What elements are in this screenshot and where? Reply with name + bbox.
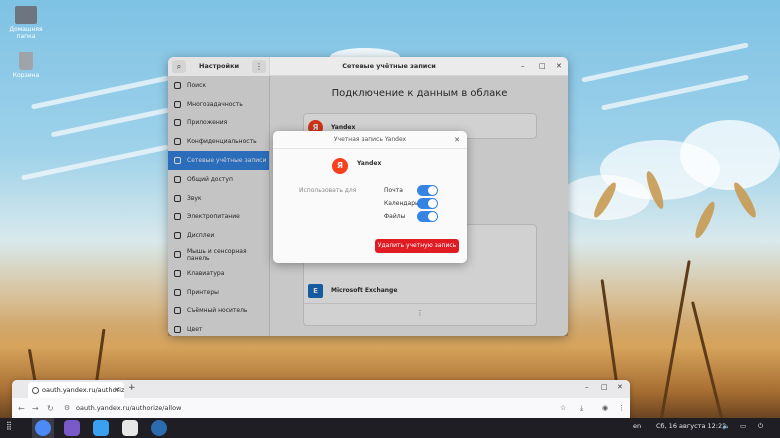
trash-icon (19, 52, 33, 70)
clock[interactable]: Сб, 16 августа 12:22 (656, 422, 726, 430)
service-files-switch[interactable] (417, 211, 438, 222)
close-button[interactable]: ✕ (556, 62, 562, 70)
battery-icon[interactable]: ▭ (740, 422, 746, 430)
service-files-label: Файлы (384, 213, 406, 220)
power-icon[interactable]: ⏻ (758, 422, 763, 431)
dialog-close-icon[interactable]: ✕ (454, 136, 460, 144)
service-mail-label: Почта (384, 187, 403, 194)
search-button[interactable]: ⌕ (172, 60, 186, 73)
menu-button[interactable]: ⋮ (252, 60, 266, 73)
desktop-icon-label: Корзина (12, 72, 40, 79)
sidebar-title: Настройки (198, 62, 240, 70)
volume-icon[interactable]: 🔈 (722, 422, 730, 430)
desktop-icon-home[interactable]: Домашняя папка (8, 6, 44, 40)
taskbar: ⣿ en Сб, 16 августа 12:22 🔈 ▭ ⏻ (0, 418, 780, 438)
forward-icon[interactable]: → (32, 404, 39, 413)
home-folder-icon (15, 6, 37, 24)
downloads-icon[interactable]: ⤓ (580, 404, 583, 413)
reload-icon[interactable]: ↻ (47, 404, 54, 413)
desktop-icon-label: Домашняя папка (9, 26, 43, 40)
close-button[interactable]: ✕ (617, 383, 623, 391)
settings-headerbar: ⌕ Настройки ⋮ Сетевые учётные записи – □… (168, 57, 568, 76)
sidebar-header: ⌕ Настройки ⋮ (168, 57, 270, 76)
menu-icon[interactable]: ⋮ (618, 404, 625, 412)
tab-title: oauth.yandex.ru/authoriz (42, 386, 124, 394)
bookmark-icon[interactable]: ☆ (560, 404, 566, 412)
account-icon[interactable]: ◉ (602, 404, 608, 412)
browser-tabbar: oauth.yandex.ru/authoriz ✕ + – □ ✕ (12, 380, 630, 398)
minimize-button[interactable]: – (521, 62, 525, 70)
dialog-title: Учетная запись Yandex (273, 131, 467, 149)
maximize-button[interactable]: □ (539, 62, 546, 70)
settings-app-icon[interactable] (151, 420, 167, 436)
keyboard-layout[interactable]: en (633, 422, 641, 430)
back-icon[interactable]: ← (18, 404, 25, 413)
yandex-logo-icon: Я (332, 158, 348, 174)
service-calendar-label: Календарь (384, 200, 419, 207)
dialog-account-name: Yandex (357, 160, 382, 167)
files-icon[interactable] (93, 420, 109, 436)
store-icon[interactable] (122, 420, 138, 436)
mail-icon[interactable] (64, 420, 80, 436)
site-info-icon[interactable]: ⚙ (64, 404, 70, 412)
maximize-button[interactable]: □ (601, 383, 608, 391)
chrome-icon[interactable] (35, 420, 51, 436)
service-calendar-switch[interactable] (417, 198, 438, 209)
minimize-button[interactable]: – (585, 383, 589, 391)
account-dialog: Учетная запись Yandex ✕ Я Yandex Использ… (273, 131, 467, 263)
page-title: Сетевые учётные записи (342, 62, 436, 70)
remove-account-button[interactable]: Удалить учетную запись (375, 239, 459, 253)
tab-close-icon[interactable]: ✕ (114, 382, 120, 398)
service-mail-switch[interactable] (417, 185, 438, 196)
browser-window: oauth.yandex.ru/authoriz ✕ + – □ ✕ ← → ↻… (12, 380, 630, 420)
menu-icon: ⋮ (255, 62, 263, 71)
browser-toolbar: ← → ↻ ⚙ oauth.yandex.ru/authorize/allow … (12, 398, 630, 420)
app-grid-icon[interactable]: ⣿ (6, 421, 12, 430)
desktop-icon-trash[interactable]: Корзина (8, 52, 44, 79)
search-icon: ⌕ (176, 62, 182, 71)
browser-tab[interactable]: oauth.yandex.ru/authoriz ✕ (28, 382, 124, 398)
address-bar[interactable]: oauth.yandex.ru/authorize/allow (76, 404, 181, 412)
globe-icon (32, 387, 39, 394)
new-tab-button[interactable]: + (128, 383, 136, 393)
use-for-label: Использовать для (299, 187, 357, 194)
